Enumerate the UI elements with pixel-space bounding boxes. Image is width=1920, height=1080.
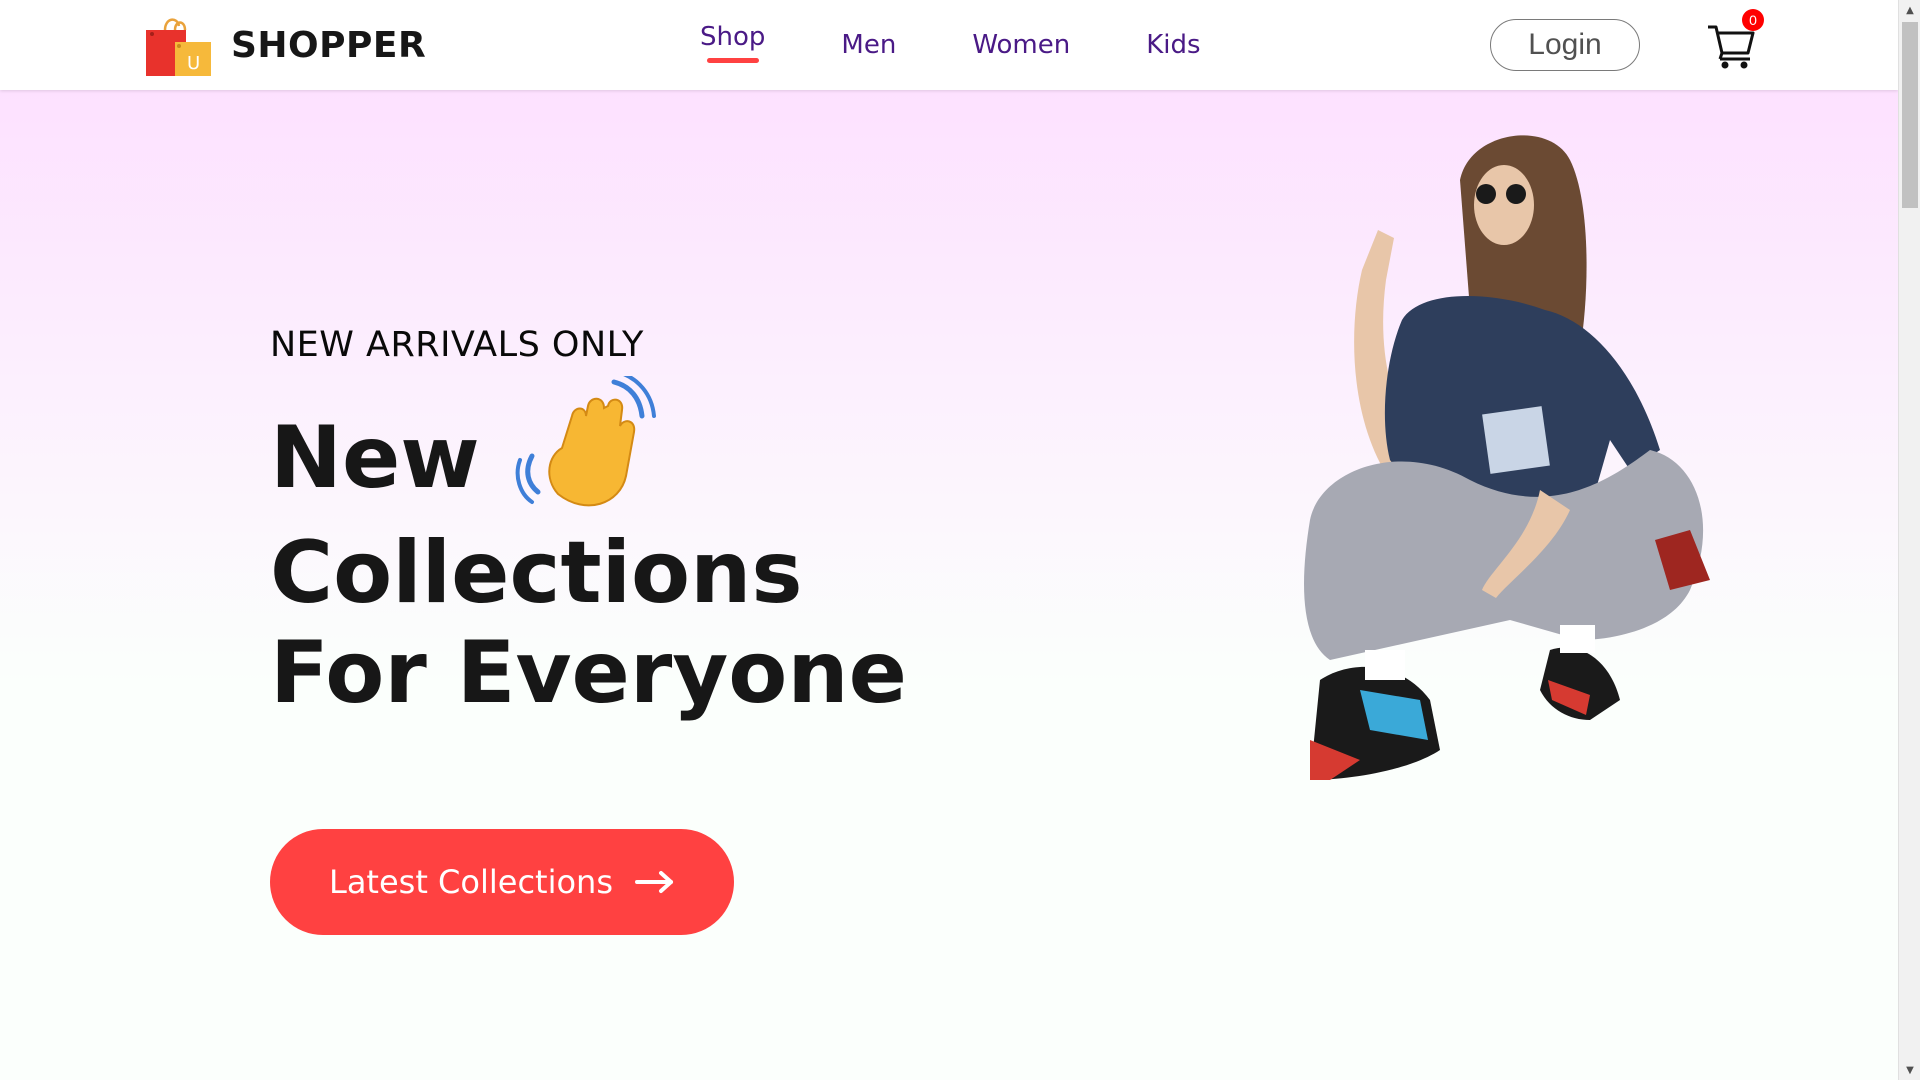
latest-collections-label: Latest Collections	[328, 863, 613, 901]
nav-item-kids[interactable]: Kids	[1146, 30, 1200, 60]
hero-model-image	[1304, 135, 1710, 780]
login-button[interactable]: Login	[1490, 19, 1640, 71]
nav-menu: Shop Men Women Kids	[700, 0, 1277, 90]
active-underline	[706, 57, 759, 63]
scroll-down-icon[interactable]: ▼	[1899, 1060, 1920, 1080]
cart-count-badge: 0	[1742, 9, 1764, 31]
svg-text:U: U	[187, 53, 200, 74]
latest-collections-button[interactable]: Latest Collections	[270, 829, 734, 935]
cart-button[interactable]: 0	[1706, 9, 1764, 69]
navbar: U SHOPPER Shop Men Women Kids Login 0	[0, 0, 1898, 90]
nav-item-label: Kids	[1146, 30, 1201, 60]
shopping-bag-icon: U	[146, 18, 211, 76]
hero-title: New Collections For Everyone	[270, 376, 907, 723]
nav-item-men[interactable]: Men	[841, 30, 896, 60]
nav-item-label: Men	[841, 30, 897, 60]
hero-title-line3: For Everyone	[270, 623, 907, 723]
brand-name: SHOPPER	[231, 24, 427, 66]
scroll-up-icon[interactable]: ▲	[1899, 0, 1920, 20]
nav-login-cart: Login 0	[1490, 0, 1764, 90]
nav-item-label: Women	[972, 30, 1071, 60]
scroll-thumb[interactable]	[1902, 22, 1918, 208]
hero-section: NEW ARRIVALS ONLY New Collections For Ev…	[0, 90, 1898, 1080]
nav-item-label: Shop	[700, 21, 766, 52]
hero-text: NEW ARRIVALS ONLY New Collections For Ev…	[270, 325, 907, 723]
brand-logo[interactable]: U SHOPPER	[143, 12, 426, 78]
waving-hand-icon	[515, 376, 656, 507]
hero-title-line1: New	[270, 408, 480, 508]
arrow-right-icon	[635, 871, 673, 893]
vertical-scrollbar[interactable]: ▲ ▼	[1898, 0, 1920, 1080]
hero-title-line2: Collections	[270, 523, 803, 623]
hero-kicker: NEW ARRIVALS ONLY	[270, 325, 644, 365]
nav-item-shop[interactable]: Shop	[700, 22, 765, 63]
nav-item-women[interactable]: Women	[972, 30, 1070, 60]
page: U SHOPPER Shop Men Women Kids Login 0 NE…	[0, 0, 1898, 1080]
